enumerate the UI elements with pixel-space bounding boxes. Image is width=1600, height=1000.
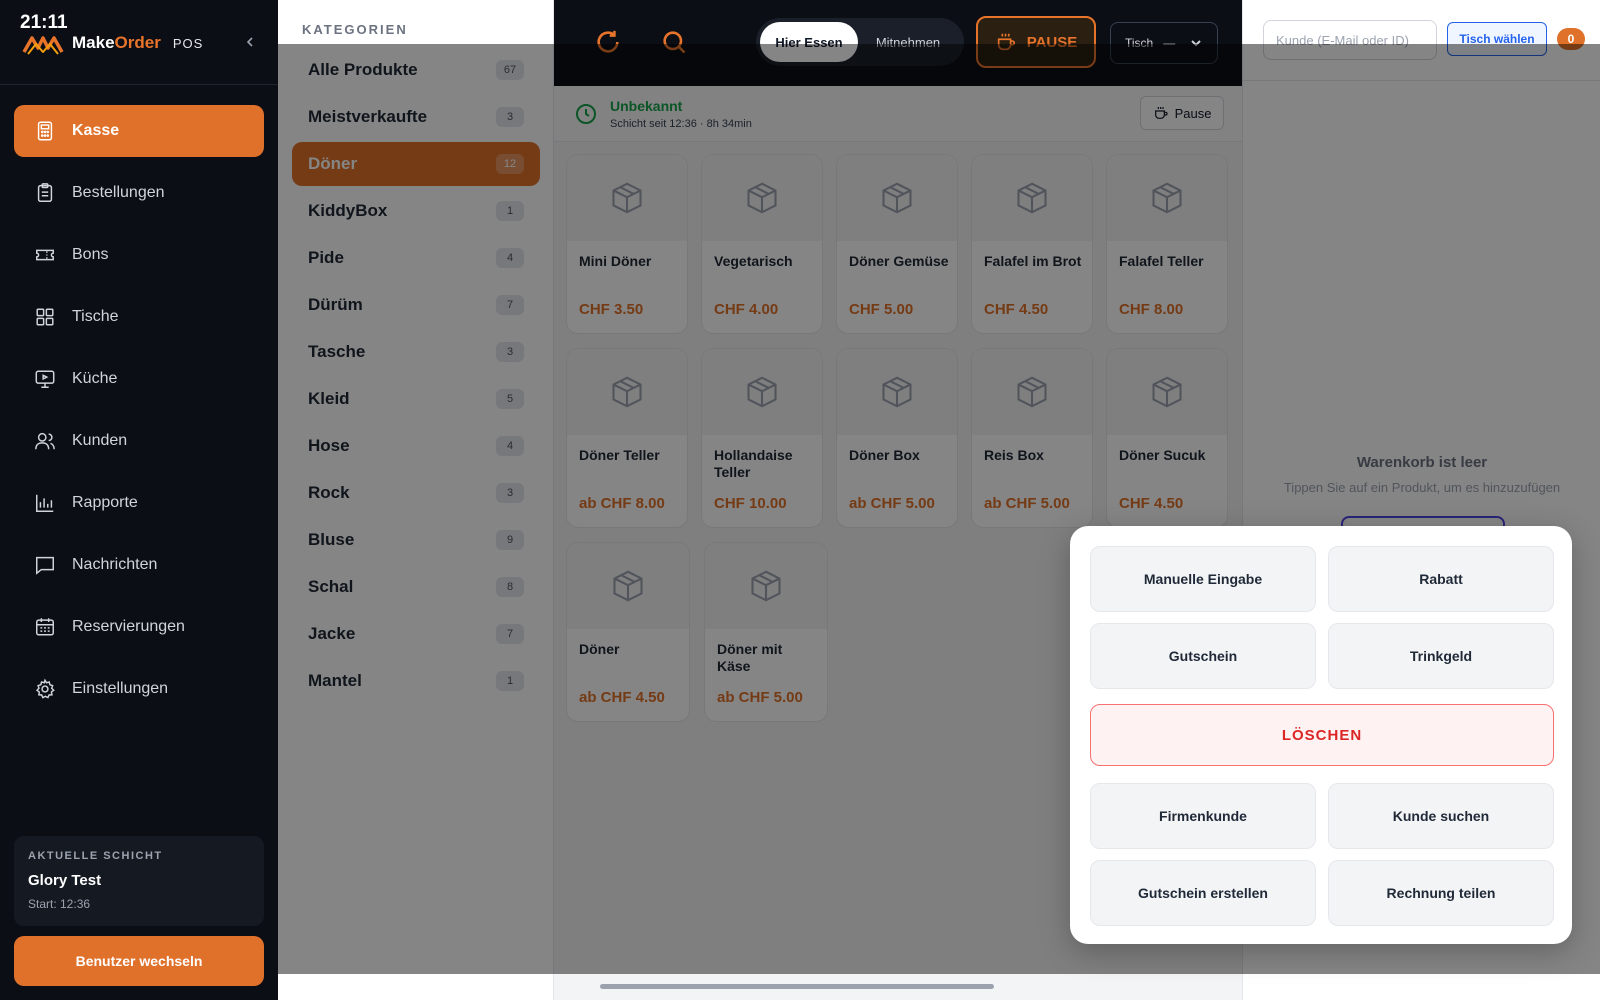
cart-actions-popup: Manuelle Eingabe Rabatt Gutschein Trinkg… bbox=[1070, 526, 1572, 944]
sidebar-item-reservierungen[interactable]: Reservierungen bbox=[14, 601, 264, 653]
brand-suffix: POS bbox=[172, 35, 204, 51]
chevron-left-icon bbox=[246, 37, 253, 47]
sidebar-item-bestellungen[interactable]: Bestellungen bbox=[14, 167, 264, 219]
sidebar-item-label: Küche bbox=[72, 370, 118, 387]
create-voucher-button[interactable]: Gutschein erstellen bbox=[1090, 860, 1316, 926]
sidebar-item-label: Bestellungen bbox=[72, 184, 165, 201]
sidebar-item-rapporte[interactable]: Rapporte bbox=[14, 477, 264, 529]
collapse-sidebar-button[interactable] bbox=[240, 30, 260, 54]
categories-heading: KATEGORIEN bbox=[302, 22, 408, 37]
brand-name-part1: Make bbox=[72, 33, 115, 52]
sidebar-item-label: Tische bbox=[72, 308, 119, 325]
sidebar-item-label: Kunden bbox=[72, 432, 128, 449]
shift-start-time: Start: 12:36 bbox=[28, 897, 91, 911]
sidebar-item-label: Kasse bbox=[72, 122, 120, 139]
monitor-icon bbox=[35, 370, 55, 388]
home-indicator bbox=[600, 984, 994, 989]
brand: MakeOrder POS bbox=[22, 30, 203, 56]
search-customer-button[interactable]: Kunde suchen bbox=[1328, 783, 1554, 849]
clipboard-icon bbox=[37, 183, 53, 202]
sidebar-item-label: Nachrichten bbox=[72, 556, 158, 573]
sidebar-item-label: Rapporte bbox=[72, 494, 138, 511]
sidebar-item-tische[interactable]: Tische bbox=[14, 291, 264, 343]
grid-icon bbox=[36, 308, 54, 326]
split-bill-button[interactable]: Rechnung teilen bbox=[1328, 860, 1554, 926]
brand-name: MakeOrder bbox=[72, 33, 161, 53]
sidebar: 21:11 MakeOrder POS Kasse Bestellungen B… bbox=[0, 0, 278, 1000]
calculator-icon bbox=[37, 121, 53, 141]
discount-button[interactable]: Rabatt bbox=[1328, 546, 1554, 612]
sidebar-nav: Kasse Bestellungen Bons Tische Küche Kun… bbox=[14, 105, 264, 725]
sidebar-item-kunden[interactable]: Kunden bbox=[14, 415, 264, 467]
sidebar-item-kasse[interactable]: Kasse bbox=[14, 105, 264, 157]
sidebar-item-einstellungen[interactable]: Einstellungen bbox=[14, 663, 264, 715]
gear-icon bbox=[35, 678, 55, 699]
calendar-icon bbox=[36, 618, 54, 636]
bar-chart-icon bbox=[36, 494, 54, 512]
sidebar-item-label: Reservierungen bbox=[72, 618, 185, 635]
makeorder-logo-icon bbox=[22, 36, 64, 55]
brand-name-part2: Order bbox=[114, 33, 161, 52]
sidebar-item-label: Einstellungen bbox=[72, 680, 169, 697]
sidebar-item-kueche[interactable]: Küche bbox=[14, 353, 264, 405]
sidebar-divider bbox=[0, 84, 278, 85]
tip-button[interactable]: Trinkgeld bbox=[1328, 623, 1554, 689]
message-icon bbox=[36, 556, 54, 575]
ticket-icon bbox=[36, 249, 54, 261]
voucher-button[interactable]: Gutschein bbox=[1090, 623, 1316, 689]
sidebar-item-nachrichten[interactable]: Nachrichten bbox=[14, 539, 264, 591]
delete-button[interactable]: LÖSCHEN bbox=[1090, 704, 1554, 766]
current-shift-card: AKTUELLE SCHICHT Glory Test Start: 12:36 bbox=[14, 836, 264, 926]
sidebar-item-bons[interactable]: Bons bbox=[14, 229, 264, 281]
switch-user-button[interactable]: Benutzer wechseln bbox=[14, 936, 264, 986]
business-customer-button[interactable]: Firmenkunde bbox=[1090, 783, 1316, 849]
sidebar-item-label: Bons bbox=[72, 246, 109, 263]
manual-entry-button[interactable]: Manuelle Eingabe bbox=[1090, 546, 1316, 612]
shift-user-name: Glory Test bbox=[28, 872, 102, 889]
users-icon bbox=[35, 432, 55, 450]
shift-label: AKTUELLE SCHICHT bbox=[28, 850, 163, 862]
